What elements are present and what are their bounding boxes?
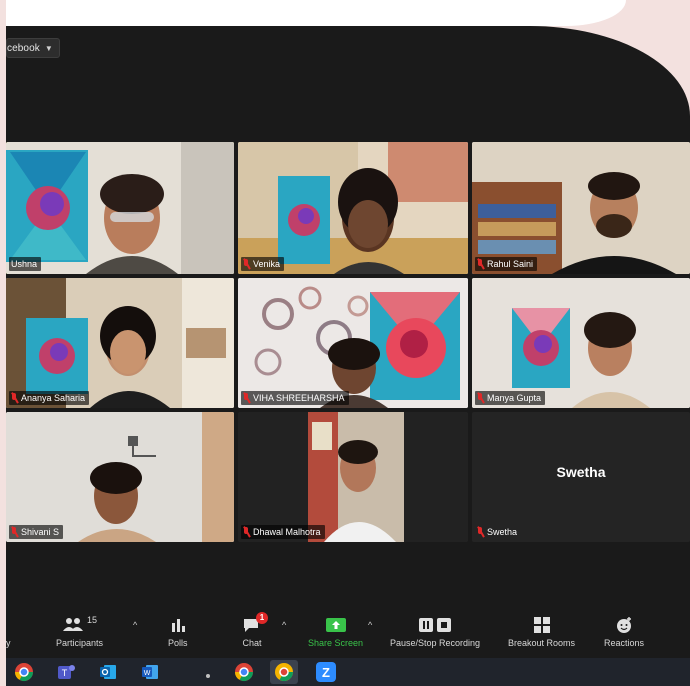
participant-name-tag: Rahul Saini	[475, 257, 538, 271]
video-tile-swetha[interactable]: Swetha Swetha	[472, 412, 690, 542]
left-fragment: y	[6, 638, 11, 648]
video-tile-manya-gupta[interactable]: Manya Gupta	[472, 278, 690, 408]
chat-button[interactable]: 1 Chat	[242, 612, 268, 648]
svg-text:W: W	[144, 670, 151, 677]
polls-icon	[171, 619, 185, 632]
participant-name-tag: VIHA SHREEHARSHA	[241, 391, 349, 405]
meeting-controls-bar: y 15 Participants ^ Polls 1 Chat ^ Share…	[6, 606, 690, 658]
participant-display-name: Swetha	[556, 464, 606, 480]
video-frame	[472, 142, 690, 274]
word-icon[interactable]: W	[140, 662, 160, 682]
pause-stop-recording-icon	[419, 618, 452, 632]
video-tile-rahul-saini[interactable]: Rahul Saini	[472, 142, 690, 274]
view-dropdown-label: cebook	[7, 42, 40, 54]
participant-name-tag: Manya Gupta	[475, 391, 546, 405]
chrome-icon[interactable]	[234, 662, 254, 682]
chrome-icon[interactable]	[14, 662, 34, 682]
share-options-caret[interactable]: ^	[368, 620, 372, 630]
video-frame	[238, 278, 468, 408]
video-frame	[6, 278, 234, 408]
participants-options-caret[interactable]: ^	[133, 620, 137, 630]
reactions-icon	[617, 617, 632, 633]
video-frame	[6, 412, 234, 542]
polls-button[interactable]: Polls	[168, 614, 188, 648]
share-screen-button[interactable]: Share Screen	[308, 614, 363, 648]
muted-mic-icon	[11, 527, 18, 537]
share-screen-icon	[325, 618, 346, 632]
participant-name-tag: Ushna	[9, 257, 42, 271]
video-tile-venika[interactable]: Venika	[238, 142, 468, 274]
participants-icon	[63, 618, 83, 631]
zoom-icon[interactable]: Z	[316, 662, 336, 682]
chat-options-caret[interactable]: ^	[282, 620, 286, 630]
participants-button[interactable]: 15 Participants	[56, 614, 103, 648]
video-tile-viha-shreeharsha[interactable]: VIHA SHREEHARSHA	[238, 278, 468, 408]
muted-mic-icon	[243, 527, 250, 537]
video-frame	[238, 142, 468, 274]
svg-text:T: T	[62, 668, 68, 678]
pause-stop-recording-button[interactable]: Pause/Stop Recording	[390, 614, 480, 648]
teams-icon[interactable]: T	[56, 662, 76, 682]
participant-name-tag: Shivani S	[9, 525, 64, 539]
chevron-down-icon: ▼	[44, 43, 53, 53]
zoom-window: cebook ▼ Ushna Venika Rahul Saini Ananya…	[6, 26, 690, 686]
windows-taskbar: T W Z	[6, 658, 690, 686]
video-tile-ushna[interactable]: Ushna	[6, 142, 234, 274]
participants-count: 15	[87, 615, 98, 625]
page: cebook ▼ Ushna Venika Rahul Saini Ananya…	[0, 0, 690, 686]
participant-name-tag: Venika	[241, 257, 285, 271]
participant-name-tag: Dhawal Malhotra	[241, 525, 325, 539]
muted-mic-icon	[477, 527, 484, 537]
breakout-rooms-button[interactable]: Breakout Rooms	[508, 614, 575, 648]
top-strip	[6, 0, 626, 26]
reactions-button[interactable]: Reactions	[604, 614, 644, 648]
outlook-icon[interactable]	[98, 662, 118, 682]
participant-name-tag: Swetha	[475, 525, 521, 539]
video-frame	[472, 278, 690, 408]
muted-mic-icon	[477, 393, 484, 403]
video-tile-dhawal-malhotra[interactable]: Dhawal Malhotra	[238, 412, 468, 542]
muted-mic-icon	[243, 393, 250, 403]
participant-name-tag: Ananya Saharia	[9, 391, 90, 405]
video-tile-ananya-saharia[interactable]: Ananya Saharia	[6, 278, 234, 408]
muted-mic-icon	[11, 393, 18, 403]
muted-mic-icon	[477, 259, 484, 269]
chrome-canary-icon[interactable]	[274, 662, 294, 682]
breakout-rooms-icon	[533, 617, 550, 633]
chat-unread-badge: 1	[256, 612, 268, 624]
svg-text:Z: Z	[322, 665, 330, 680]
dot-icon[interactable]	[198, 662, 218, 682]
muted-mic-icon	[243, 259, 250, 269]
video-frame	[238, 412, 468, 542]
video-frame	[6, 142, 234, 274]
video-tile-shivani-s[interactable]: Shivani S	[6, 412, 234, 542]
view-dropdown[interactable]: cebook ▼	[6, 38, 60, 58]
